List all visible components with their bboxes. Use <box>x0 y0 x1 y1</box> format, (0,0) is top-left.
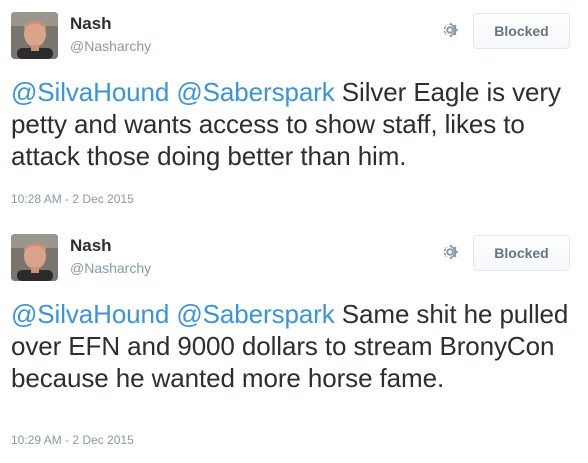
username[interactable]: @Nasharchy <box>70 38 151 54</box>
blocked-button[interactable]: Blocked <box>473 13 570 49</box>
blocked-button[interactable]: Blocked <box>473 235 570 271</box>
display-name[interactable]: Nash <box>70 14 112 34</box>
mention-link[interactable]: @SilvaHound <box>11 299 169 329</box>
avatar[interactable] <box>11 234 58 281</box>
gear-icon[interactable] <box>440 20 460 40</box>
mention-link[interactable]: @SilvaHound <box>11 77 169 107</box>
avatar-image <box>11 234 58 281</box>
tweet-text: @SilvaHound @Saberspark Same shit he pul… <box>11 298 581 394</box>
username[interactable]: @Nasharchy <box>70 260 151 276</box>
tweet-timestamp[interactable]: 10:28 AM - 2 Dec 2015 <box>11 192 134 206</box>
avatar[interactable] <box>11 12 58 59</box>
tweet-timestamp[interactable]: 10:29 AM - 2 Dec 2015 <box>11 433 134 447</box>
gear-icon[interactable] <box>440 242 460 262</box>
avatar-image <box>11 12 58 59</box>
display-name[interactable]: Nash <box>70 236 112 256</box>
tweet-text: @SilvaHound @Saberspark Silver Eagle is … <box>11 76 581 172</box>
mention-link[interactable]: @Saberspark <box>176 299 334 329</box>
mention-link[interactable]: @Saberspark <box>176 77 334 107</box>
